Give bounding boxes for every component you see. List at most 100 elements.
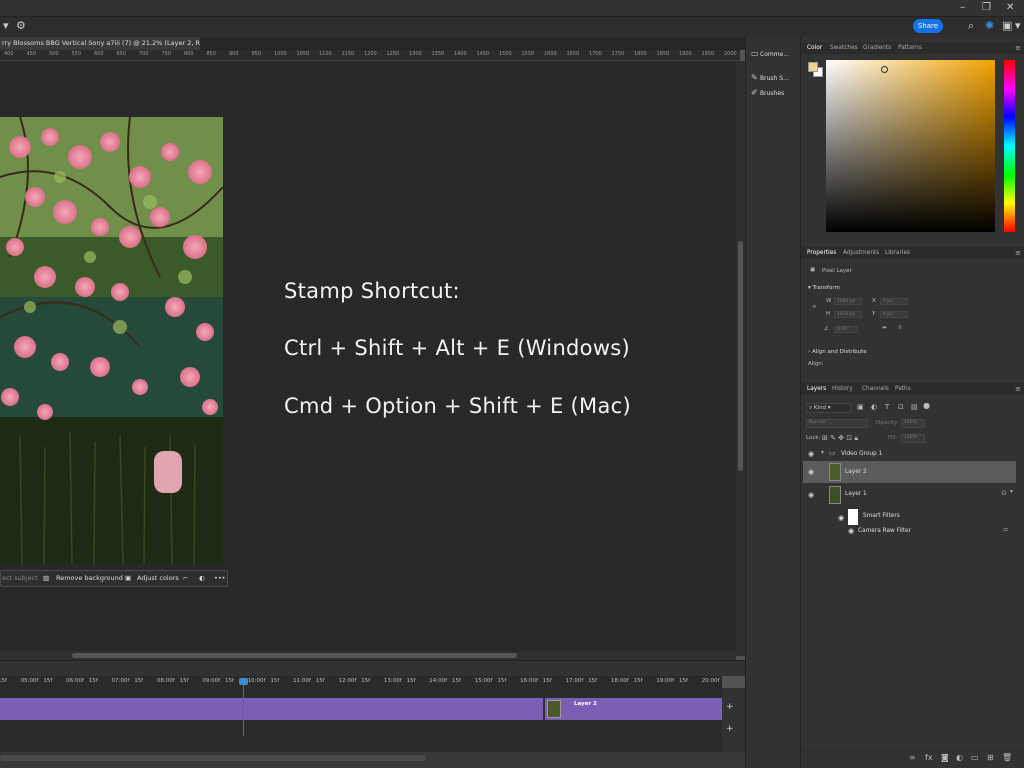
filter-pixel-icon[interactable]: ▣ [857,403,864,411]
ruler-tick-label: 1700 [589,51,602,57]
flip-horizontal-icon[interactable]: ⇹ [882,325,887,331]
layers-panel-footer: ∞ fx ◙ ◐ ▭ ⊞ 🗑︎ [801,750,1024,765]
timeline-ruler[interactable]: 15f 05:00f 15f 06:00f 15f 07:00f 15f 08:00f 15f 0… [0,676,722,688]
y-field[interactable]: 0 px [880,311,908,318]
visibility-eye-icon[interactable]: ◉ [838,514,844,522]
contextual-task-bar: ect subject ▨ Remove background ▣ Adjust… [0,570,228,587]
horizontal-scrollbar[interactable] [0,651,736,660]
dock-item-comments[interactable]: ▭Comme... [751,49,789,58]
new-layer-icon[interactable]: ⊞ [987,753,994,762]
tab-paths[interactable]: Paths [895,386,911,392]
adjustment-icon[interactable]: ◐ [199,574,205,582]
timeline-clip-layer-2[interactable]: Layer 2 [543,698,722,720]
timeline-scrollbar[interactable] [0,752,745,768]
vertical-scrollbar[interactable] [736,61,745,656]
layer-filter-dropdown[interactable]: ⌕ Kind ▾ [806,403,851,413]
angle-field[interactable]: 0.00° [834,326,858,333]
timeline-tick-label: 15f [43,678,53,684]
tab-color[interactable]: Color [807,45,822,51]
brush-settings-icon: ✎ [751,73,758,82]
blend-mode-dropdown[interactable]: Normal [806,419,868,428]
playhead-handle[interactable] [239,678,248,685]
ruler-tick-label: 1000 [274,51,287,57]
tab-channels[interactable]: Channels [862,386,889,392]
expand-chevron-icon[interactable]: ▾ [1010,489,1013,495]
add-audio-button[interactable]: + [726,724,734,734]
tab-gradients[interactable]: Gradients [863,45,891,51]
playhead-line[interactable] [243,678,244,736]
color-picker-field[interactable] [826,60,995,232]
filter-toggle-icon[interactable]: ● [923,401,930,410]
settings-gear-icon[interactable]: ⚙ [16,19,26,32]
tab-properties[interactable]: Properties [807,250,836,256]
visibility-eye-icon[interactable]: ◉ [808,491,814,499]
adjust-colors-button[interactable]: Adjust colors [137,574,179,582]
color-picker-ring[interactable] [881,66,888,73]
new-adjustment-icon[interactable]: ◐ [956,753,963,762]
link-icon[interactable]: ∞ [812,304,817,310]
add-mask-icon[interactable]: ◙ [941,753,949,762]
fx-icon[interactable]: fx [925,753,933,762]
link-layers-icon[interactable]: ∞ [909,753,916,762]
panel-menu-icon[interactable]: ≡ [1015,44,1021,52]
ruler-tick-label: 900 [229,51,239,57]
tab-history[interactable]: History [832,386,853,392]
filter-options-icon[interactable]: ⚌ [1003,527,1008,533]
flip-vertical-icon[interactable]: ⇳ [898,325,903,331]
opacity-field[interactable]: 100% [901,419,925,428]
filter-smart-object-icon[interactable]: ▤ [911,403,918,411]
align-section-header[interactable]: › Align and Distribute [808,349,867,355]
more-options-button[interactable]: ••• [214,574,226,582]
timeline-tick-label: 11:00f [293,678,311,684]
layer-row-camera-raw-filter[interactable]: ◉ Camera Raw Filter ⚌ [803,525,1016,537]
foreground-color-swatch[interactable] [808,62,818,72]
ruler-tick-label: 700 [139,51,149,57]
visibility-eye-icon[interactable]: ◉ [808,468,814,476]
filter-type-icon[interactable]: T [885,403,889,411]
add-media-button[interactable]: + [726,702,734,712]
visibility-eye-icon[interactable]: ◉ [848,527,854,535]
tab-adjustments[interactable]: Adjustments [843,250,879,256]
dock-item-brush-settings[interactable]: ✎ Brush S... [751,73,789,82]
tab-patterns[interactable]: Patterns [898,45,922,51]
fill-field[interactable]: 100% [901,434,925,443]
layer-row-layer-2[interactable]: ◉ Layer 2 [803,461,1016,483]
transform-section-header[interactable]: ▾ Transform [808,285,840,291]
expand-chevron-icon[interactable]: ▾ [821,450,824,456]
workspace-icon[interactable]: ▣ [1002,19,1012,32]
width-field[interactable]: 1080 px [834,298,862,305]
visibility-eye-icon[interactable]: ◉ [808,450,814,458]
workspace-dropdown-icon[interactable]: ▾ [1015,19,1021,32]
layer-row-layer-1[interactable]: ◉ Layer 1 ⊙ ▾ [803,484,1016,506]
tab-layers[interactable]: Layers [807,386,826,392]
remove-background-button[interactable]: Remove background [56,574,123,582]
close-window-button[interactable]: ✕ [1006,2,1014,13]
document-tab-title: rry Blossoms BBG Vertical Sony a7iii (7)… [2,39,200,47]
panel-menu-icon[interactable]: ≡ [1015,385,1021,393]
panel-menu-icon[interactable]: ≡ [1015,249,1021,257]
hue-slider[interactable] [1004,60,1015,232]
filter-adjustment-icon[interactable]: ◐ [871,403,877,411]
horizontal-ruler: 400 450 500 550 600 650 700 750 800 850 900 950 1000… [0,50,740,61]
document-tab[interactable]: rry Blossoms BBG Vertical Sony a7iii (7)… [0,37,200,50]
height-field[interactable]: 1920 px [834,311,862,318]
x-field[interactable]: 0 px [880,298,908,305]
dock-item-brushes[interactable]: ✐ Brushes [751,88,784,97]
share-button[interactable]: Share [913,19,943,33]
comment-icon: ▭ [751,49,759,58]
tab-swatches[interactable]: Swatches [830,45,858,51]
search-icon[interactable]: ⌕ [968,19,974,33]
minimize-button[interactable]: – [960,2,965,13]
layer-row-video-group[interactable]: ◉ ▾ ▭ Video Group 1 [803,447,1016,461]
select-subject-button[interactable]: ect subject [2,574,38,582]
tab-libraries[interactable]: Libraries [885,250,910,256]
discover-lightbulb-icon[interactable]: ✺ [985,19,994,32]
delete-layer-icon[interactable]: 🗑︎ [1002,753,1012,762]
timeline-tick-label: 15f [179,678,189,684]
menu-icon[interactable]: ▾ [3,19,9,32]
new-group-icon[interactable]: ▭ [971,753,979,762]
filter-shape-icon[interactable]: ⊡ [898,403,904,411]
restore-button[interactable]: ❐ [982,2,991,13]
crop-icon[interactable]: ⌐ [183,574,188,582]
lock-pixels-icon[interactable]: ⊞ ✎ ✥ ⊡ 🔒︎ [822,434,858,443]
